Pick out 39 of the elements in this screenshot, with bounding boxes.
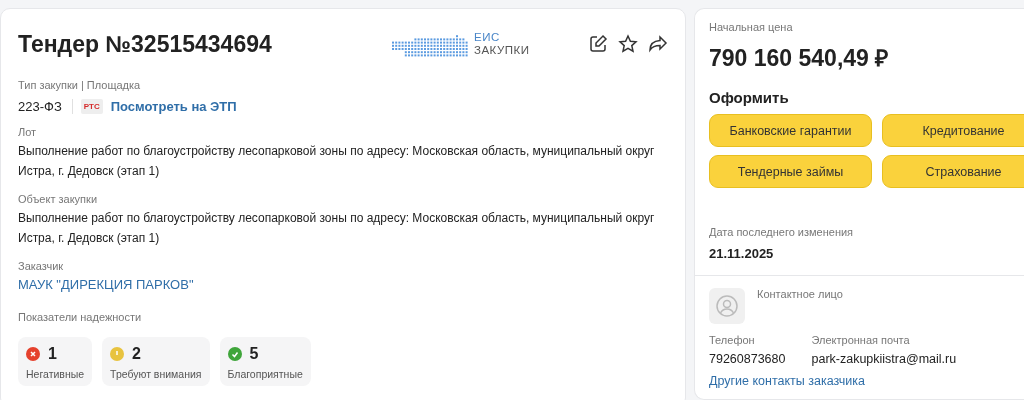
field-label: Дата последнего изменения <box>709 226 855 238</box>
service-button[interactable]: Банковские гарантии <box>709 114 872 147</box>
field-label: Объект закупки <box>18 193 99 205</box>
tender-title: Тендер №32515434694 <box>18 30 273 58</box>
email: park-zakupkiistra@mail.ru <box>811 352 957 366</box>
platform-logo: РТС <box>80 99 103 114</box>
field-label: Контактное лицо <box>757 288 843 302</box>
law-type: 223-ФЗ <box>18 99 73 114</box>
count: 5 <box>249 345 259 363</box>
tile-label: Благоприятные <box>227 368 303 380</box>
avatar-icon <box>709 288 745 324</box>
field-label: Начальная цена <box>709 21 794 33</box>
customer-link[interactable]: МАУК "ДИРЕКЦИЯ ПАРКОВ" <box>18 277 194 292</box>
field-value: Выполнение работ по благоустройству лесопарковой зоны по адресу: Московская область, муниципальный округ Истра, г. Дедовск (этап 1) <box>18 211 655 245</box>
count: 2 <box>132 345 141 363</box>
share-icon[interactable] <box>648 34 668 54</box>
logo-text: ЕИС <box>474 31 501 44</box>
platform-link[interactable]: Посмотреть на ЭТП <box>110 99 237 114</box>
field-value: Выполнение работ по благоустройству лесопарковой зоны по адресу: Московская область, муниципальный округ Истра, г. Дедовск (этап 1) <box>18 144 655 178</box>
date: 21.11.2025 <box>709 246 775 261</box>
count: 1 <box>48 345 57 363</box>
field-label: Телефон <box>709 334 756 346</box>
service-button[interactable]: Тендерные займы <box>709 155 872 188</box>
price: 790 160 540,49 ₽ <box>709 44 890 73</box>
contacts-link[interactable]: Другие контакты заказчика <box>709 374 1010 388</box>
service-button[interactable]: Страхование <box>882 155 1024 188</box>
tile-label: Негативные <box>26 368 85 380</box>
service-button[interactable]: Кредитование <box>882 114 1024 147</box>
field-label: Лот <box>18 126 38 138</box>
field-label: Заказчик <box>18 260 65 272</box>
field-label: Электронная почта <box>811 334 911 346</box>
tile-label: Требуют внимания <box>110 368 202 380</box>
star-icon[interactable] <box>618 34 638 54</box>
section-title: Оформить <box>709 89 790 106</box>
field-label: Тип закупки | Площадка <box>18 79 141 91</box>
logo-text: ЗАКУПКИ <box>474 44 530 57</box>
edit-icon[interactable] <box>588 34 608 54</box>
phone: 79260873680 <box>709 352 786 366</box>
field-label: Показатели надежности <box>18 311 142 323</box>
